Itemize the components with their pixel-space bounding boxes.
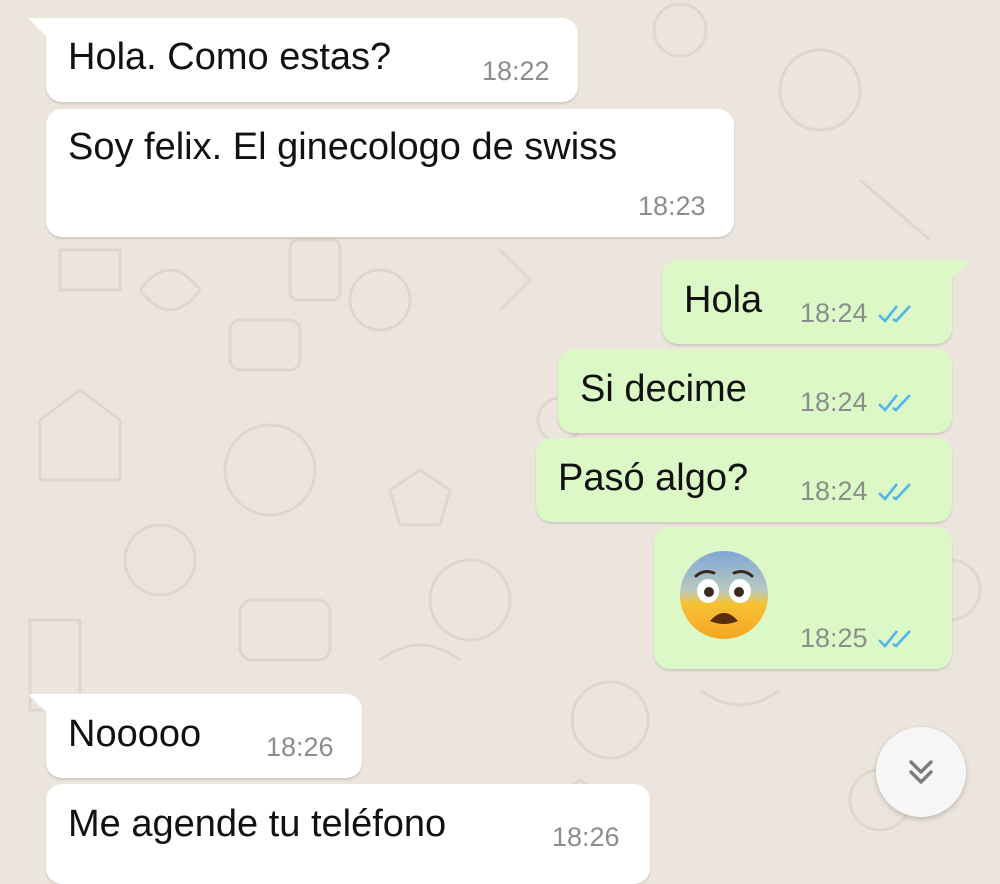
message-text: Si decime bbox=[580, 368, 747, 410]
message-text: Me agende tu teléfono bbox=[68, 803, 447, 845]
bubble-tail bbox=[944, 260, 970, 286]
message-text: Pasó algo? bbox=[558, 457, 749, 499]
fearful-face-emoji-icon bbox=[680, 551, 768, 639]
message-time: 18:24 bbox=[800, 387, 868, 417]
outgoing-message[interactable]: 18:25 bbox=[654, 527, 952, 669]
outgoing-message[interactable]: Pasó algo? 18:24 bbox=[536, 438, 952, 522]
message-meta: 18:24 bbox=[800, 298, 916, 329]
read-ticks-icon bbox=[877, 304, 911, 323]
message-meta: 18:24 bbox=[800, 476, 916, 507]
read-ticks-icon bbox=[877, 393, 911, 412]
scroll-to-bottom-button[interactable] bbox=[876, 727, 966, 817]
message-time: 18:24 bbox=[800, 298, 868, 328]
bubble-tail bbox=[28, 694, 54, 720]
outgoing-message[interactable]: Hola 18:24 bbox=[662, 260, 970, 344]
message-time: 18:26 bbox=[552, 822, 620, 852]
message-meta: 18:25 bbox=[800, 623, 916, 654]
incoming-message[interactable]: Soy felix. El ginecologo de swiss 18:23 bbox=[46, 109, 734, 237]
read-ticks-icon bbox=[877, 629, 911, 648]
incoming-message[interactable]: Nooooo 18:26 bbox=[28, 694, 362, 778]
bubble-tail bbox=[28, 18, 54, 44]
message-text: Soy felix. El ginecologo de swiss bbox=[68, 126, 618, 168]
message-time: 18:25 bbox=[800, 623, 868, 653]
read-ticks-icon bbox=[877, 482, 911, 501]
message-time: 18:24 bbox=[800, 476, 868, 506]
message-text: Nooooo bbox=[68, 713, 202, 755]
message-text: Hola. Como estas? bbox=[68, 36, 392, 78]
message-time: 18:26 bbox=[266, 732, 334, 762]
outgoing-message[interactable]: Si decime 18:24 bbox=[558, 349, 952, 433]
message-time: 18:22 bbox=[482, 56, 550, 86]
message-text: Hola bbox=[684, 279, 763, 321]
incoming-message[interactable]: Me agende tu teléfono 18:26 bbox=[46, 784, 650, 884]
incoming-message[interactable]: Hola. Como estas? 18:22 bbox=[28, 18, 578, 102]
message-time: 18:23 bbox=[638, 191, 706, 221]
double-chevron-down-icon bbox=[909, 760, 933, 784]
message-meta: 18:24 bbox=[800, 387, 916, 418]
